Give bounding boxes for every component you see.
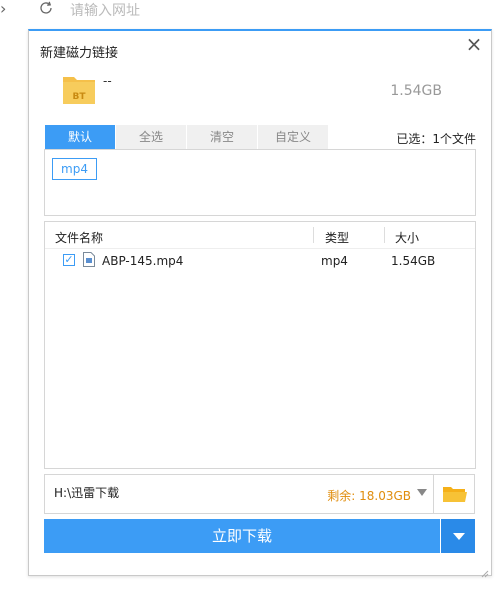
file-row[interactable]: ✓ ABP-145.mp4 mp4 1.54GB [45, 249, 475, 271]
file-list-header: 文件名称 类型 大小 [45, 222, 475, 249]
column-divider[interactable] [384, 227, 385, 243]
bt-file-icon: BT [62, 73, 96, 105]
file-type: mp4 [321, 254, 348, 268]
tab-clear[interactable]: 清空 [187, 125, 257, 149]
column-divider[interactable] [313, 227, 314, 243]
column-header-size[interactable]: 大小 [395, 229, 419, 246]
task-name: -- [103, 74, 112, 88]
tab-default[interactable]: 默认 [45, 125, 115, 149]
reload-icon[interactable] [38, 0, 56, 20]
address-input[interactable] [64, 0, 500, 22]
free-space: 剩余: 18.03GB [327, 489, 411, 503]
close-icon[interactable]: × [465, 34, 483, 54]
chevron-down-icon [453, 533, 465, 540]
download-now-button[interactable]: 立即下载 [44, 519, 440, 553]
dialog-title: 新建磁力链接 [40, 46, 119, 61]
selection-tabs: 默认 全选 清空 自定义 [45, 125, 329, 149]
save-path-input[interactable] [54, 485, 314, 499]
browser-toolbar: › [0, 0, 500, 24]
task-size: 1.54GB [390, 83, 442, 99]
column-header-name[interactable]: 文件名称 [55, 229, 103, 246]
column-header-type[interactable]: 类型 [325, 229, 349, 246]
file-icon [83, 252, 95, 267]
folder-icon[interactable] [434, 474, 475, 514]
chevron-right-icon[interactable]: › [0, 0, 14, 20]
file-size: 1.54GB [391, 254, 436, 268]
extension-tag-mp4[interactable]: mp4 [52, 158, 97, 180]
new-magnet-dialog: 新建磁力链接 × BT -- 1.54GB 默认 全选 清空 自定义 已选：1个… [28, 29, 492, 578]
file-name: ABP-145.mp4 [102, 254, 184, 268]
resize-grip-icon[interactable] [479, 563, 489, 578]
address-bar[interactable] [64, 0, 500, 22]
selected-count: 已选：1个文件 [396, 132, 476, 146]
download-options-button[interactable] [441, 519, 475, 553]
file-list: 文件名称 类型 大小 ✓ ABP-145.mp4 mp4 1.54GB [44, 221, 476, 469]
tab-custom[interactable]: 自定义 [258, 125, 328, 149]
save-path-bar: 剩余: 18.03GB [44, 474, 434, 514]
extension-filter-panel: mp4 [44, 149, 476, 216]
tab-select-all[interactable]: 全选 [116, 125, 186, 149]
path-dropdown-icon[interactable] [417, 489, 427, 496]
bt-badge: BT [73, 92, 87, 102]
file-checkbox[interactable]: ✓ [63, 254, 75, 266]
